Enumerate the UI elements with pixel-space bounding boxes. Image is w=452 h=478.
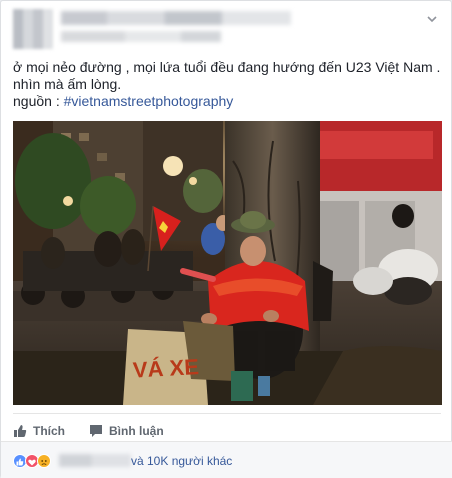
sign-text: VÁ XE	[132, 354, 199, 382]
street-scene-image: VÁ XE	[13, 121, 442, 405]
comment-icon	[89, 424, 103, 438]
reactions-count-text[interactable]: và 10K người khác	[131, 454, 232, 468]
author-name-redacted[interactable]	[61, 11, 291, 25]
source-line: nguồn : #vietnamstreetphotography	[13, 93, 441, 110]
sad-reaction-icon	[37, 454, 51, 468]
source-label: nguồn :	[13, 93, 64, 109]
post-photo[interactable]: VÁ XE	[13, 121, 442, 405]
post-caption: ở mọi nẻo đường , mọi lứa tuổi đều đang …	[13, 59, 441, 110]
post-header	[13, 9, 441, 51]
caption-line: nhìn mà ấm lòng.	[13, 76, 122, 92]
reactions-summary[interactable]: và 10K người khác	[1, 441, 452, 478]
facebook-post: ở mọi nẻo đường , mọi lứa tuổi đều đang …	[0, 0, 452, 478]
thumbs-up-icon	[13, 424, 27, 438]
post-timestamp-redacted	[61, 31, 221, 42]
comment-button[interactable]: Bình luận	[89, 422, 164, 440]
chevron-down-icon[interactable]	[425, 13, 439, 27]
avatar[interactable]	[13, 9, 53, 49]
like-label: Thích	[33, 424, 65, 438]
like-button[interactable]: Thích	[13, 422, 65, 440]
comment-label: Bình luận	[109, 424, 164, 438]
caption-line: ở mọi nẻo đường , mọi lứa tuổi đều đang …	[13, 59, 441, 75]
hashtag-link[interactable]: #vietnamstreetphotography	[64, 93, 234, 109]
reactor-names-redacted	[59, 454, 131, 467]
